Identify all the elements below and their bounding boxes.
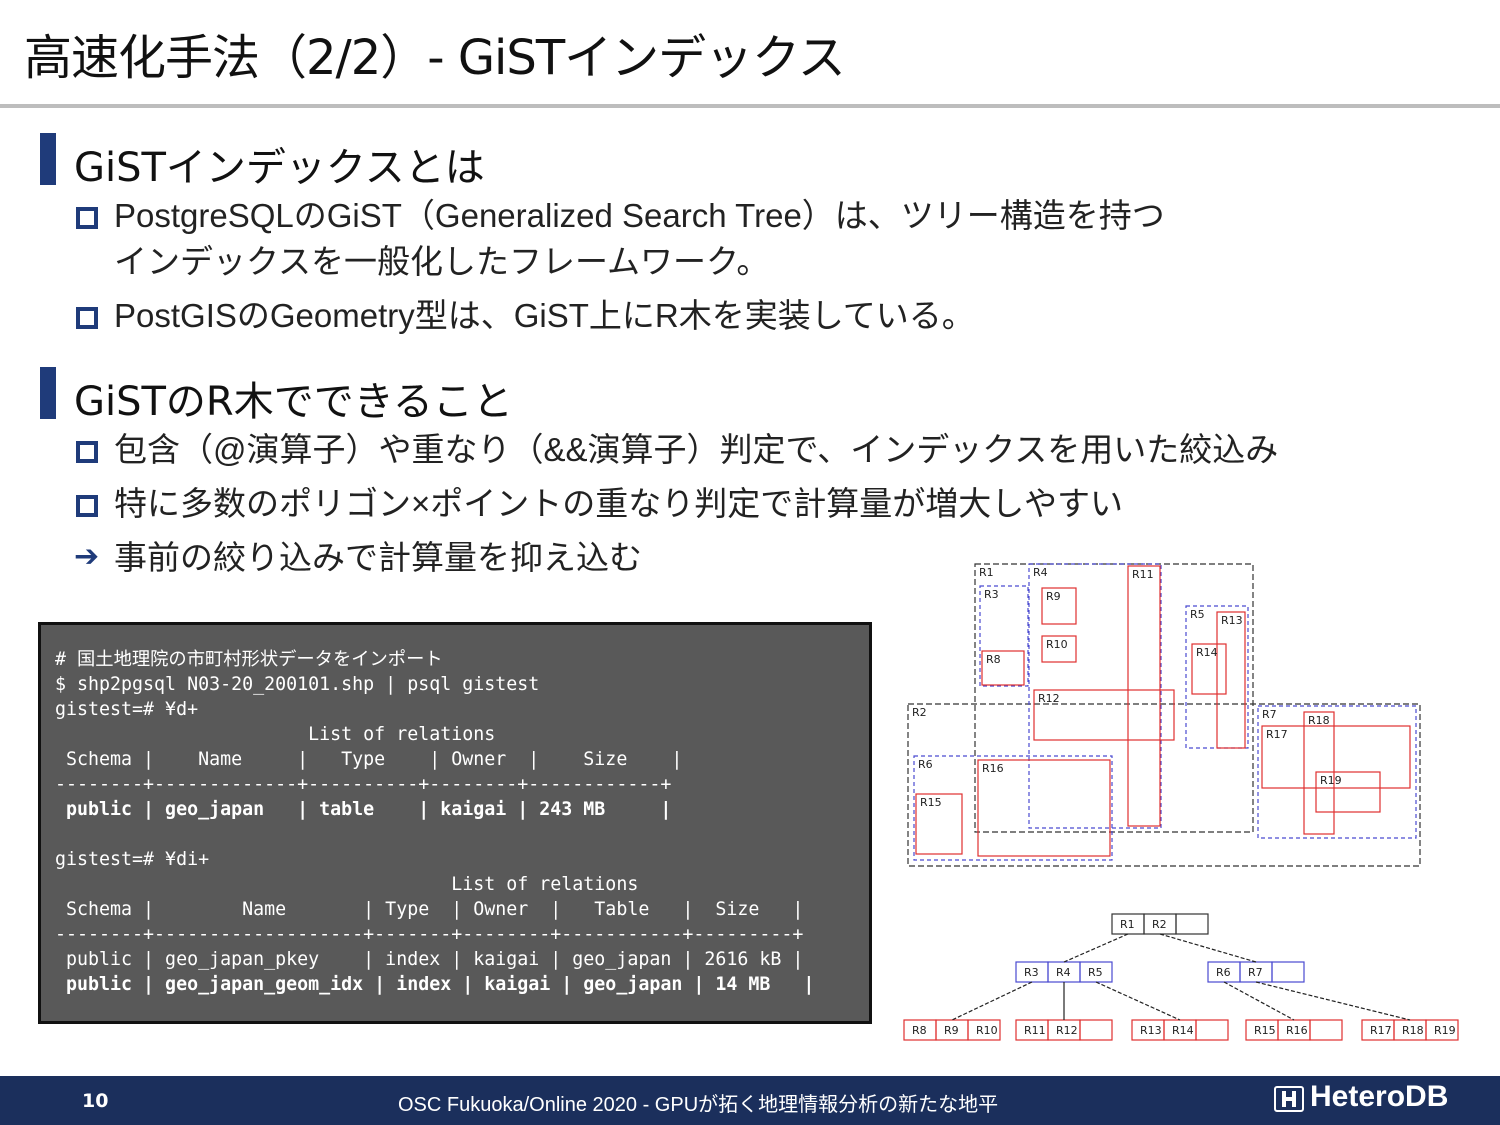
tree-leaf-label: R8 bbox=[912, 1024, 927, 1037]
region-label: R9 bbox=[1046, 590, 1061, 603]
bullet-text-continued: インデックスを一般化したフレームワーク。 bbox=[114, 243, 770, 280]
footer: 10 OSC Fukuoka/Online 2020 - GPUが拓く地理情報分… bbox=[0, 1076, 1500, 1125]
region-label: R5 bbox=[1190, 608, 1205, 621]
tree-leaf-label: R10 bbox=[976, 1024, 998, 1037]
title-divider bbox=[0, 104, 1500, 108]
logo-text: HeteroDB bbox=[1310, 1080, 1449, 1113]
terminal-text: # 国土地理院の市町村形状データをインポート $ shp2pgsql N03-2… bbox=[55, 647, 814, 997]
region-label: R7 bbox=[1262, 708, 1277, 721]
tree-leaf-cell bbox=[1079, 1019, 1113, 1041]
region-label: R18 bbox=[1308, 714, 1330, 727]
slide-title: 高速化手法（2/2）- GiSTインデックス bbox=[24, 30, 846, 86]
terminal-output: # 国土地理院の市町村形状データをインポート $ shp2pgsql N03-2… bbox=[38, 622, 872, 1024]
bullet-square-icon bbox=[76, 207, 98, 229]
region-label: R1 bbox=[979, 566, 994, 579]
tree-root-label: R1 bbox=[1120, 918, 1135, 931]
tree-leaf-label: R19 bbox=[1434, 1024, 1456, 1037]
region-label: R17 bbox=[1266, 728, 1288, 741]
region-r6 bbox=[913, 755, 1113, 861]
tree-leaf-label: R11 bbox=[1024, 1024, 1046, 1037]
tree-leaf-label: R14 bbox=[1172, 1024, 1194, 1037]
tree-leaf-cell bbox=[1309, 1019, 1343, 1041]
terminal-line: --------+-------------------+-------+---… bbox=[55, 924, 804, 945]
terminal-line: public | geo_japan_pkey | index | kaigai… bbox=[66, 949, 804, 970]
terminal-line: List of relations bbox=[451, 874, 639, 895]
region-label: R4 bbox=[1033, 566, 1048, 579]
section-bar bbox=[40, 133, 56, 185]
terminal-line: Schema | Name | Type | Owner | Size | bbox=[66, 749, 683, 770]
terminal-line: Schema | Name | Type | Owner | Table | S… bbox=[66, 899, 804, 920]
section-heading: GiSTインデックスとは bbox=[74, 145, 485, 191]
rtree-diagram: R1 R2 R3 R4 R5 R6 R7 R8 R9 R10 R11 R12 R13 R14 R15 R16 R… bbox=[903, 563, 1459, 1041]
region-r18 bbox=[1303, 711, 1335, 835]
arrow-right-icon: ➔ bbox=[74, 539, 100, 574]
region-label: R6 bbox=[918, 758, 933, 771]
region-r3 bbox=[979, 585, 1029, 687]
tree-node-cell bbox=[1271, 961, 1305, 983]
tree-leaf-label: R16 bbox=[1286, 1024, 1308, 1037]
tree-leaf-label: R12 bbox=[1056, 1024, 1078, 1037]
rtree-tree: R1 R2 R3 R4 R5 R6 R7 R8 R9 R10 R11 R12 R13 R14 R15 R16 R… bbox=[903, 913, 1459, 1041]
bullet-text: PostGISのGeometry型は、GiST上にR木を実装している。 bbox=[114, 297, 975, 334]
terminal-line: --------+-------------+----------+------… bbox=[55, 774, 672, 795]
terminal-line: gistest=# ¥di+ bbox=[55, 849, 210, 870]
tree-edge bbox=[1095, 981, 1181, 1021]
tree-leaf-label: R17 bbox=[1370, 1024, 1392, 1037]
tree-node-label: R5 bbox=[1088, 966, 1103, 979]
tree-node-label: R6 bbox=[1216, 966, 1231, 979]
bullet-square-icon bbox=[76, 495, 98, 517]
tree-leaf-label: R13 bbox=[1140, 1024, 1162, 1037]
tree-edge bbox=[951, 981, 1033, 1021]
tree-leaf-label: R9 bbox=[944, 1024, 959, 1037]
region-label: R13 bbox=[1221, 614, 1243, 627]
terminal-line: # 国土地理院の市町村形状データをインポート bbox=[55, 649, 443, 670]
bullet-square-icon bbox=[76, 307, 98, 329]
region-label: R10 bbox=[1046, 638, 1068, 651]
region-r13 bbox=[1216, 611, 1246, 749]
region-label: R16 bbox=[982, 762, 1004, 775]
tree-edge bbox=[1223, 981, 1295, 1021]
region-r2 bbox=[907, 703, 1421, 867]
region-label: R11 bbox=[1132, 568, 1154, 581]
region-label: R12 bbox=[1038, 692, 1060, 705]
section-heading: GiSTのR木でできること bbox=[74, 379, 513, 425]
region-label: R15 bbox=[920, 796, 942, 809]
region-label: R14 bbox=[1196, 646, 1218, 659]
logo-mark-icon bbox=[1274, 1086, 1304, 1112]
region-label: R3 bbox=[984, 588, 999, 601]
bullet-text: 包含（@演算子）や重なり（&&演算子）判定で、インデックスを用いた絞込み bbox=[114, 431, 1279, 468]
tree-edge bbox=[1255, 981, 1411, 1021]
region-label: R19 bbox=[1320, 774, 1342, 787]
bullet-text: 特に多数のポリゴン×ポイントの重なり判定で計算量が増大しやすい bbox=[114, 485, 1123, 522]
tree-leaf-cell bbox=[1195, 1019, 1229, 1041]
bullet-text: 事前の絞り込みで計算量を抑え込む bbox=[114, 539, 642, 576]
terminal-line: public | geo_japan_geom_idx | index | ka… bbox=[66, 974, 815, 995]
region-r1 bbox=[974, 563, 1254, 833]
bullet-square-icon bbox=[76, 441, 98, 463]
tree-node-label: R4 bbox=[1056, 966, 1071, 979]
rtree-regions: R1 R2 R3 R4 R5 R6 R7 R8 R9 R10 R11 R12 R13 R14 R15 R16 R… bbox=[907, 563, 1421, 867]
tree-leaf-label: R18 bbox=[1402, 1024, 1424, 1037]
terminal-line: $ shp2pgsql N03-20_200101.shp | psql gis… bbox=[55, 674, 540, 695]
bullet-text: PostgreSQLのGiST（Generalized Search Tree）… bbox=[114, 197, 1165, 234]
terminal-line: List of relations bbox=[308, 724, 496, 745]
section-bar bbox=[40, 367, 56, 419]
tree-root-cell bbox=[1175, 913, 1209, 935]
tree-leaf-label: R15 bbox=[1254, 1024, 1276, 1037]
region-label: R2 bbox=[912, 706, 927, 719]
tree-node-label: R3 bbox=[1024, 966, 1039, 979]
terminal-line: gistest=# ¥d+ bbox=[55, 699, 199, 720]
tree-edge bbox=[1063, 933, 1129, 963]
tree-root-label: R2 bbox=[1152, 918, 1167, 931]
terminal-line: public | geo_japan | table | kaigai | 24… bbox=[66, 799, 672, 820]
region-label: R8 bbox=[986, 653, 1001, 666]
page-number: 10 bbox=[82, 1090, 109, 1112]
tree-node-label: R7 bbox=[1248, 966, 1263, 979]
tree-edge bbox=[1159, 933, 1257, 963]
region-r11 bbox=[1127, 565, 1161, 827]
conference-name: OSC Fukuoka/Online 2020 - GPUが拓く地理情報分析の新… bbox=[398, 1094, 999, 1116]
